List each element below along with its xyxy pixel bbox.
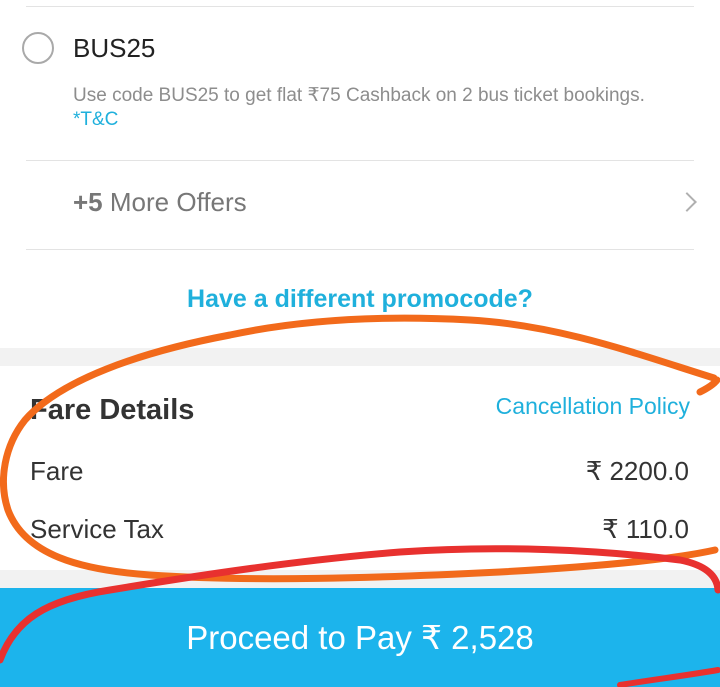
terms-link[interactable]: *T&C: [73, 109, 118, 131]
service-tax-value: ₹ 110.0: [602, 514, 689, 544]
section-separator: [0, 348, 720, 366]
more-offers-count: +5: [73, 187, 103, 217]
offer-radio-button[interactable]: [22, 32, 54, 64]
fare-label: Fare: [30, 456, 84, 486]
fare-value: ₹ 2200.0: [585, 456, 689, 486]
fare-details-section: Fare Details Cancellation Policy Fare ₹ …: [0, 366, 720, 570]
offer-bus25[interactable]: BUS25 Use code BUS25 to get flat ₹75 Cas…: [0, 20, 720, 160]
more-offers-row[interactable]: +5 More Offers: [0, 162, 720, 248]
service-tax-label: Service Tax: [30, 514, 164, 544]
divider: [26, 160, 694, 161]
divider: [26, 249, 694, 250]
top-divider: [26, 6, 694, 7]
section-separator: [0, 570, 720, 588]
proceed-to-pay-button[interactable]: Proceed to Pay ₹ 2,528: [0, 588, 720, 687]
more-offers-label: More Offers: [102, 187, 247, 217]
different-promocode-link[interactable]: Have a different promocode?: [0, 285, 720, 314]
more-offers-text: +5 More Offers: [73, 187, 247, 218]
offer-code: BUS25: [73, 33, 156, 63]
offer-description: Use code BUS25 to get flat ₹75 Cashback …: [73, 85, 645, 106]
cancellation-policy-link[interactable]: Cancellation Policy: [496, 393, 690, 420]
fare-details-title: Fare Details: [30, 394, 195, 426]
chevron-right-icon: [677, 192, 697, 212]
